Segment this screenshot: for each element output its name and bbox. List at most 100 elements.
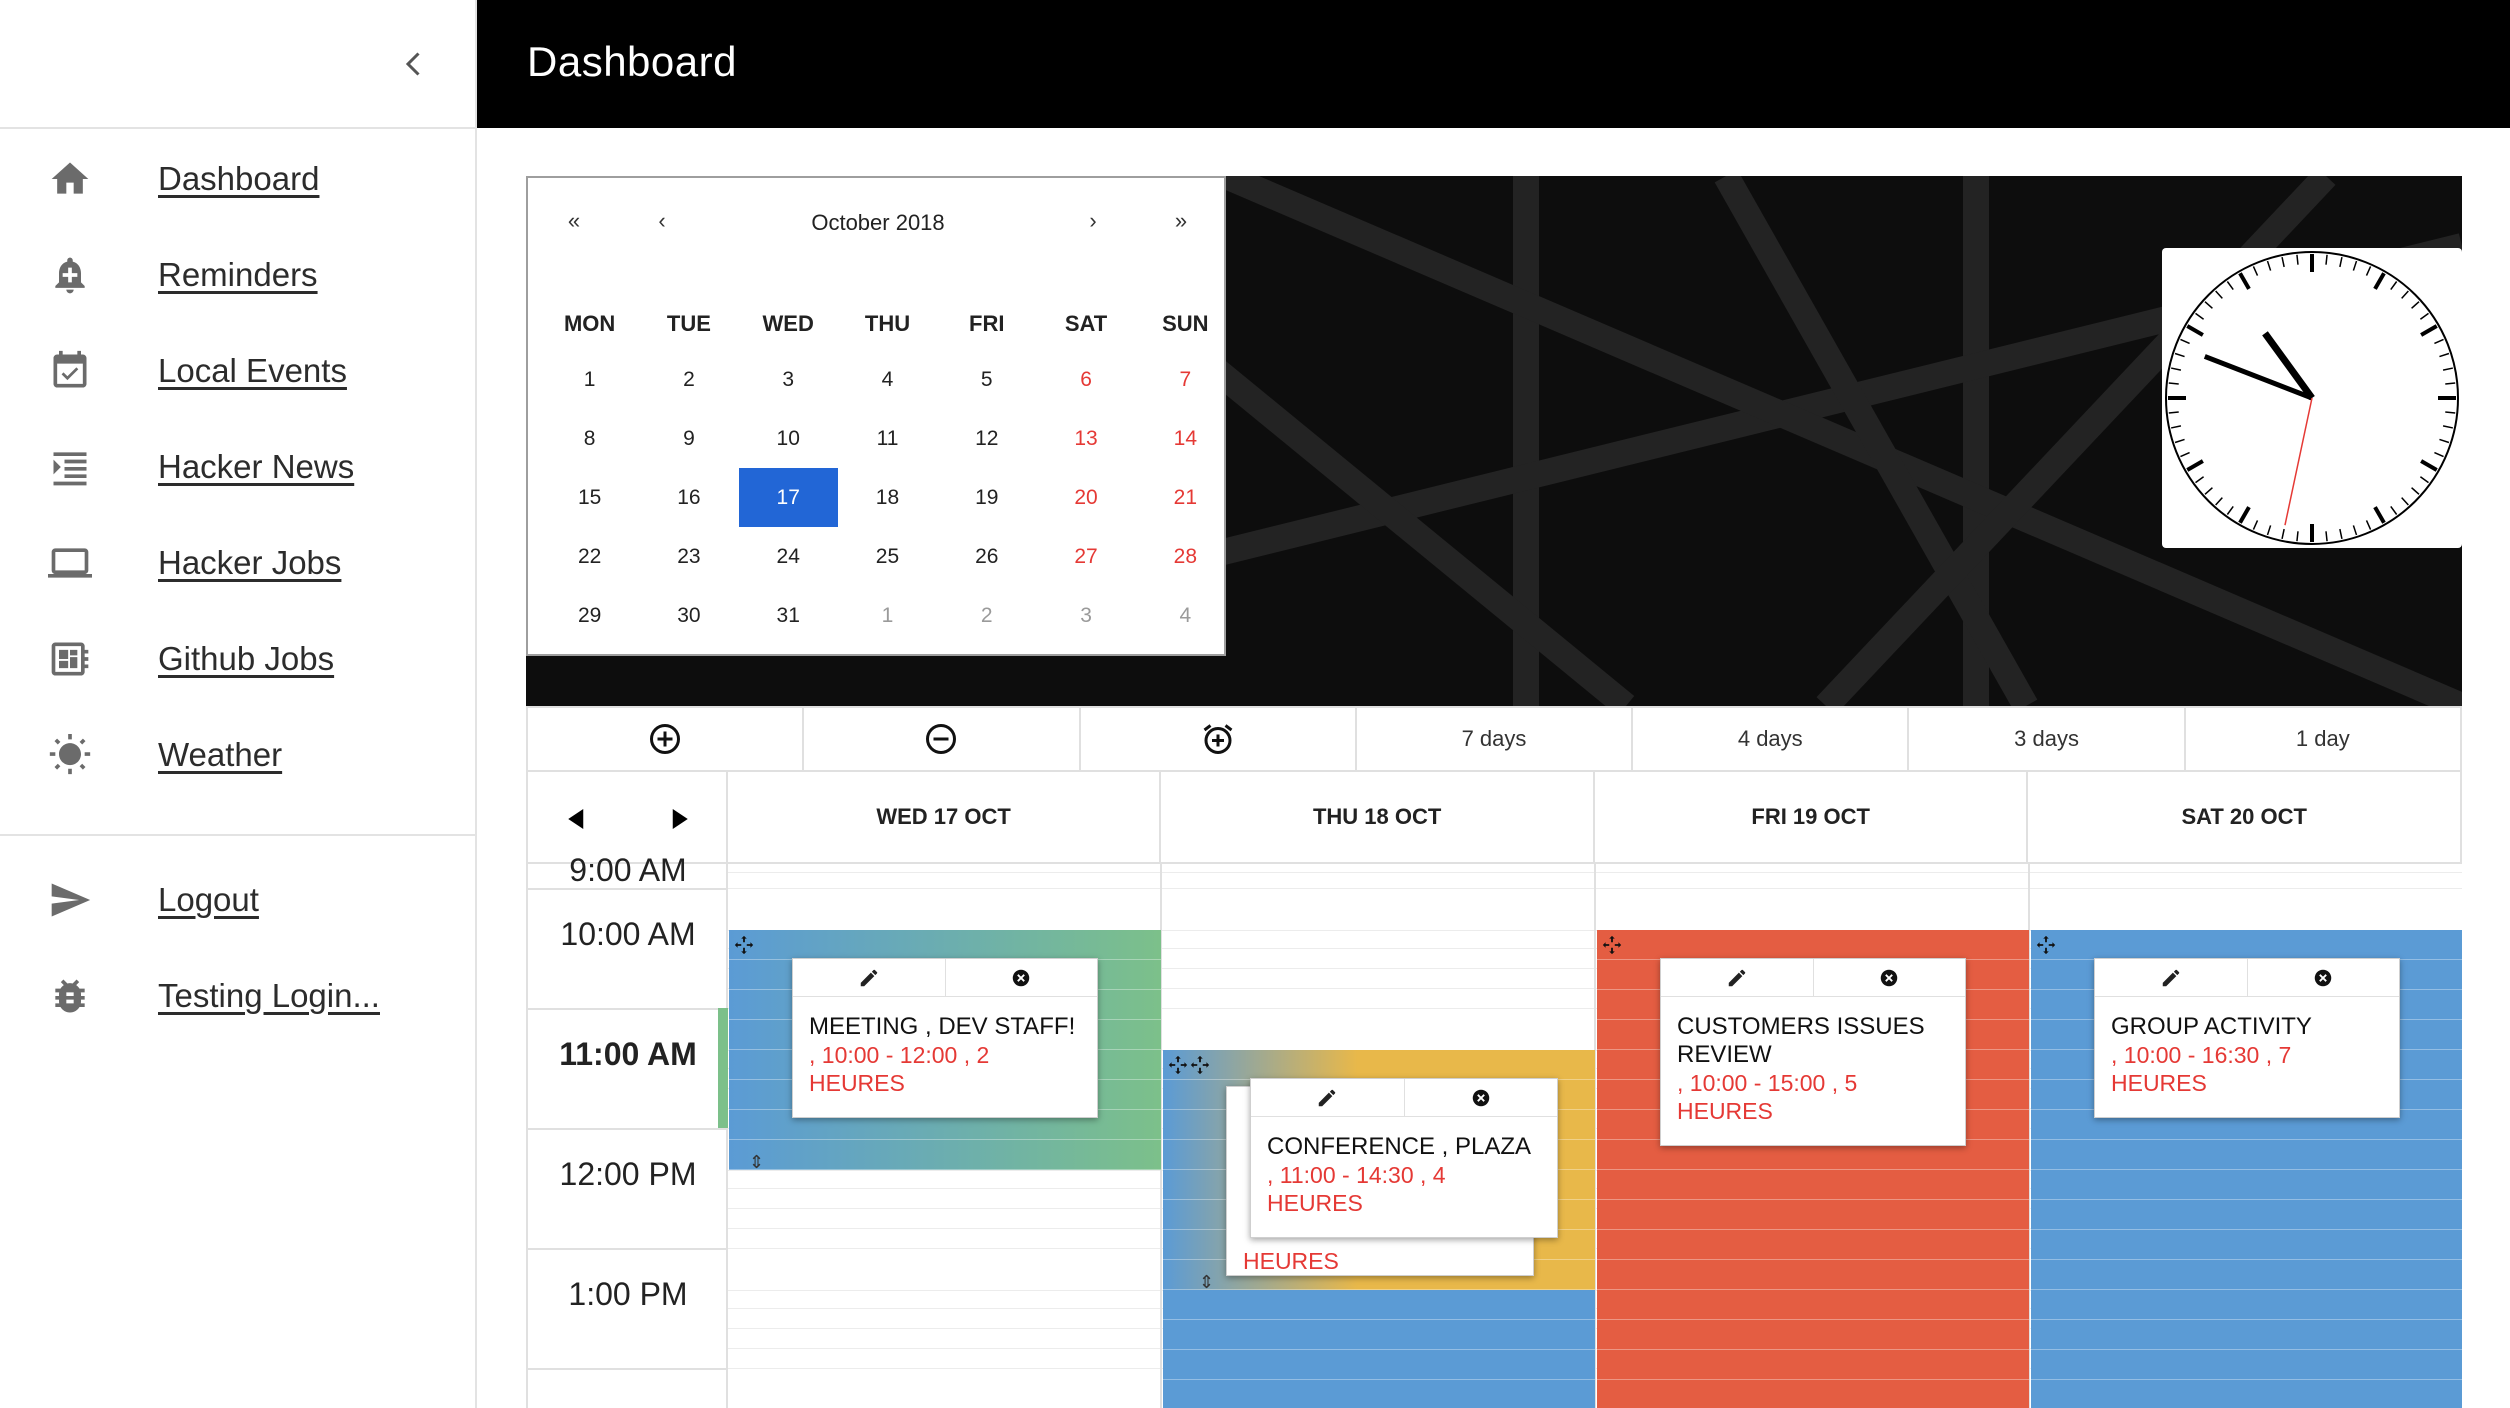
mini-calendar-day[interactable]: 30 bbox=[639, 586, 738, 645]
mini-calendar-day[interactable]: 4 bbox=[838, 350, 937, 409]
mini-calendar-day[interactable]: 4 bbox=[1136, 586, 1235, 645]
next-month-button[interactable]: › bbox=[1073, 208, 1113, 234]
event-thu-continuation[interactable] bbox=[1163, 1290, 1595, 1408]
grid-line bbox=[1162, 988, 1594, 989]
grid-line bbox=[728, 1248, 1160, 1249]
mini-calendar-day[interactable]: 18 bbox=[838, 468, 937, 527]
home-icon bbox=[48, 157, 92, 201]
prev-month-button[interactable]: ‹ bbox=[642, 208, 682, 234]
mini-calendar-day[interactable]: 28 bbox=[1136, 527, 1235, 586]
mini-calendar-day[interactable]: 19 bbox=[937, 468, 1036, 527]
delete-event-button[interactable] bbox=[1405, 1079, 1558, 1116]
sidebar-item-hacker-jobs[interactable]: Hacker Jobs bbox=[0, 515, 475, 611]
weekday-label: SUN bbox=[1162, 311, 1209, 336]
sidebar-item-reminders[interactable]: Reminders bbox=[0, 227, 475, 323]
clock-tick bbox=[2296, 531, 2299, 542]
mini-calendar-day[interactable]: 29 bbox=[540, 586, 639, 645]
edit-event-button[interactable] bbox=[2095, 959, 2248, 996]
clock-tick bbox=[2325, 254, 2328, 265]
delete-event-button[interactable] bbox=[2248, 959, 2400, 996]
mini-calendar-day[interactable]: 3 bbox=[1036, 586, 1135, 645]
sidebar-item-local-events[interactable]: Local Events bbox=[0, 323, 475, 419]
mini-calendar-day[interactable]: 16 bbox=[639, 468, 738, 527]
sidebar-item-logout[interactable]: Logout bbox=[0, 852, 475, 948]
grid-line bbox=[1162, 1008, 1594, 1009]
move-icon[interactable] bbox=[1167, 1054, 1189, 1076]
edit-event-button[interactable] bbox=[1661, 959, 1814, 996]
mini-calendar-day[interactable]: 2 bbox=[937, 586, 1036, 645]
mini-calendar-day[interactable]: 3 bbox=[739, 350, 838, 409]
next-week-button[interactable] bbox=[664, 804, 694, 834]
move-icon[interactable] bbox=[2035, 934, 2057, 956]
edit-event-button[interactable] bbox=[793, 959, 946, 996]
add-circle-icon bbox=[650, 724, 681, 754]
calendar-check-icon bbox=[48, 349, 92, 393]
delete-event-button[interactable] bbox=[946, 959, 1098, 996]
view-7-days-button[interactable]: 7 days bbox=[1357, 708, 1634, 770]
mini-calendar-week-row: 22 23 24 25 26 27 28 bbox=[540, 527, 1235, 586]
grid-icon bbox=[48, 637, 92, 681]
mini-calendar-day[interactable]: 24 bbox=[739, 527, 838, 586]
move-icon[interactable] bbox=[733, 934, 755, 956]
mini-calendar-day[interactable]: 10 bbox=[739, 409, 838, 468]
sidebar-divider bbox=[0, 834, 475, 836]
mini-calendar-day[interactable]: 2 bbox=[639, 350, 738, 409]
event-time: , 11:00 - 14:30 , 4 HEURES bbox=[1267, 1162, 1446, 1216]
mini-calendar-day[interactable]: 17 bbox=[738, 468, 838, 527]
view-3-days-button[interactable]: 3 days bbox=[1909, 708, 2186, 770]
add-alarm-button[interactable] bbox=[1081, 708, 1357, 770]
mini-calendar-day[interactable]: 9 bbox=[639, 409, 738, 468]
time-label: 12:00 PM bbox=[559, 1156, 697, 1192]
mini-calendar-day[interactable]: 25 bbox=[838, 527, 937, 586]
mini-calendar-day[interactable]: 1 bbox=[838, 586, 937, 645]
mini-calendar-day[interactable]: 22 bbox=[540, 527, 639, 586]
mini-calendar-day[interactable]: 13 bbox=[1036, 409, 1135, 468]
mini-calendar-title[interactable]: October 2018 bbox=[728, 210, 1028, 236]
top-app-bar: Dashboard bbox=[477, 0, 2510, 128]
event-popup-meeting: MEETING , DEV STAFF! , 10:00 - 12:00 , 2… bbox=[792, 958, 1098, 1118]
mini-calendar-day[interactable]: 27 bbox=[1036, 527, 1135, 586]
sidebar: Dashboard Reminders Local Events Hacker … bbox=[0, 0, 477, 1408]
page-title: Dashboard bbox=[527, 38, 737, 85]
move-icon[interactable] bbox=[1601, 934, 1623, 956]
mini-calendar-day[interactable]: 20 bbox=[1036, 468, 1135, 527]
mini-calendar-day[interactable]: 11 bbox=[838, 409, 937, 468]
grid-line bbox=[728, 1348, 1160, 1349]
sidebar-nav: Dashboard Reminders Local Events Hacker … bbox=[0, 131, 475, 803]
event-title: CUSTOMERS ISSUES REVIEW bbox=[1677, 1013, 1925, 1068]
next-year-button[interactable]: » bbox=[1161, 208, 1201, 234]
sidebar-item-github-jobs[interactable]: Github Jobs bbox=[0, 611, 475, 707]
mini-calendar-day[interactable]: 26 bbox=[937, 527, 1036, 586]
sidebar-item-testing-login[interactable]: Testing Login... bbox=[0, 948, 475, 1044]
mini-calendar-day[interactable]: 23 bbox=[639, 527, 738, 586]
mini-calendar-week-row: 8 9 10 11 12 13 14 bbox=[540, 409, 1235, 468]
mini-calendar-day[interactable]: 15 bbox=[540, 468, 639, 527]
add-event-button[interactable] bbox=[528, 708, 805, 770]
mini-calendar-day[interactable]: 5 bbox=[937, 350, 1036, 409]
clock-tick bbox=[2445, 382, 2456, 385]
delete-event-button[interactable] bbox=[1814, 959, 1966, 996]
sidebar-item-hacker-news[interactable]: Hacker News bbox=[0, 419, 475, 515]
weekday-label: TUE bbox=[666, 311, 711, 336]
sidebar-item-label: Hacker Jobs bbox=[158, 544, 342, 581]
mini-calendar-day[interactable]: 31 bbox=[739, 586, 838, 645]
sidebar-item-dashboard[interactable]: Dashboard bbox=[0, 131, 475, 227]
mini-calendar-day[interactable]: 21 bbox=[1136, 468, 1235, 527]
sidebar-item-weather[interactable]: Weather bbox=[0, 707, 475, 803]
mini-calendar-day[interactable]: 7 bbox=[1136, 350, 1235, 409]
mini-calendar-day[interactable]: 1 bbox=[540, 350, 639, 409]
mini-calendar-day[interactable]: 14 bbox=[1136, 409, 1235, 468]
resize-handle-icon[interactable]: ⇕ bbox=[749, 1152, 764, 1173]
collapse-sidebar-button[interactable] bbox=[396, 44, 432, 84]
prev-week-button[interactable] bbox=[562, 804, 592, 834]
view-4-days-button[interactable]: 4 days bbox=[1633, 708, 1910, 770]
edit-event-button[interactable] bbox=[1251, 1079, 1405, 1116]
remove-event-button[interactable] bbox=[804, 708, 1081, 770]
move-icon[interactable] bbox=[1189, 1054, 1211, 1076]
prev-year-button[interactable]: « bbox=[554, 208, 594, 234]
mini-calendar-day[interactable]: 6 bbox=[1036, 350, 1135, 409]
mini-calendar-day[interactable]: 12 bbox=[937, 409, 1036, 468]
time-label: 10:00 AM bbox=[560, 916, 696, 952]
mini-calendar-day[interactable]: 8 bbox=[540, 409, 639, 468]
view-1-day-button[interactable]: 1 day bbox=[2186, 708, 2460, 770]
